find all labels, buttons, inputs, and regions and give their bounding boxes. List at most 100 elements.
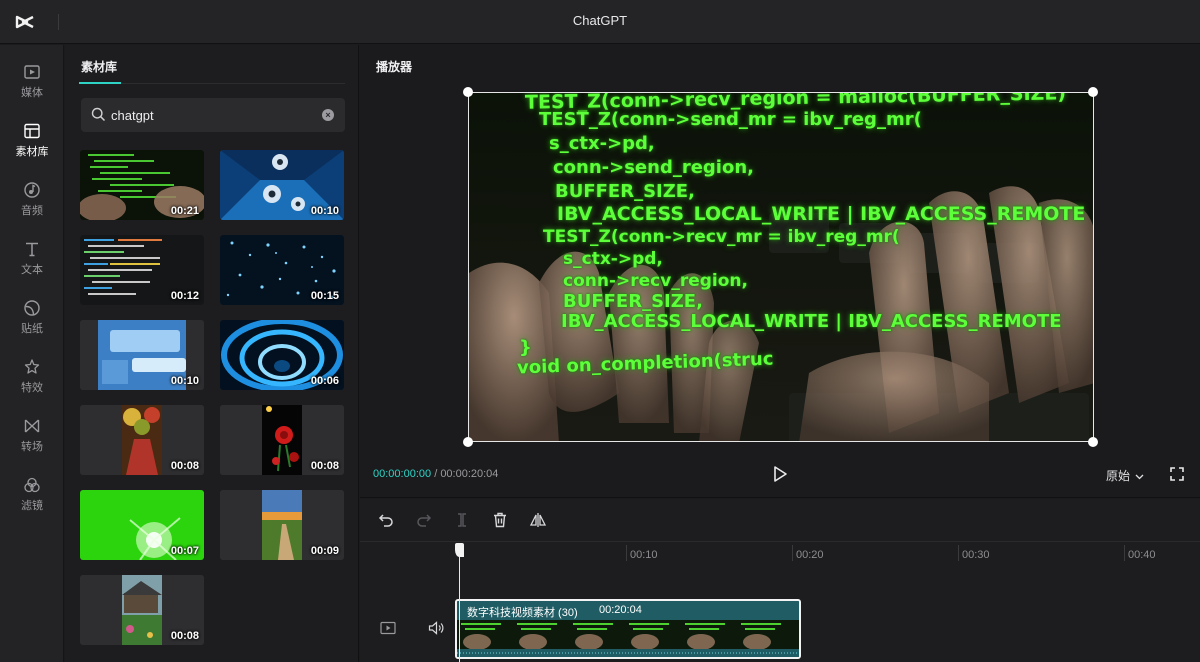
code-line: void on_completion(struc <box>516 348 774 379</box>
ratio-label: 原始 <box>1106 469 1131 483</box>
library-thumbnail[interactable]: 00:09 <box>220 490 344 560</box>
delete-icon[interactable] <box>492 512 508 528</box>
ruler-tick <box>792 545 793 561</box>
thumbnail-duration: 00:08 <box>170 460 199 472</box>
ratio-dropdown[interactable]: 原始 <box>1106 467 1144 484</box>
redo-icon[interactable] <box>416 512 432 528</box>
clear-icon[interactable]: × <box>322 109 334 121</box>
effects-icon <box>24 359 40 374</box>
title-bar: ChatGPT <box>0 0 1200 44</box>
thumbnail-duration: 00:06 <box>310 375 339 387</box>
current-time: 00:00:00:00 <box>373 468 432 480</box>
library-thumbnail[interactable]: 00:08 <box>80 575 204 645</box>
ruler-label: 00:20 <box>796 549 824 561</box>
resize-handle-bottom-left[interactable] <box>463 437 473 447</box>
timeline-ruler[interactable]: 00:10 00:20 00:30 00:40 <box>360 543 1200 565</box>
rail-item-library[interactable]: 素材库 <box>0 122 64 172</box>
rail-item-text[interactable]: 文本 <box>0 240 64 290</box>
speaker-icon[interactable] <box>428 621 444 635</box>
text-icon <box>26 242 38 257</box>
clip-name: 数字科技视频素材 (30) <box>467 607 578 619</box>
chevron-down-icon <box>1135 474 1144 480</box>
thumbnail-duration: 00:10 <box>310 205 339 217</box>
library-thumbnail[interactable]: 00:12 <box>80 235 204 305</box>
ruler-tick <box>1124 545 1125 561</box>
library-thumbnail[interactable]: 00:06 <box>220 320 344 390</box>
tab-active-indicator <box>79 82 121 84</box>
clip-filmstrip <box>457 620 799 657</box>
timecode: 00:00:00:00 / 00:00:20:04 <box>373 468 498 480</box>
clip-duration: 00:20:04 <box>599 604 642 616</box>
rail-label: 滤镜 <box>21 500 43 512</box>
code-overlay: TEST_Z(conn->recv_region = malloc(BUFFER… <box>469 93 1093 441</box>
code-line: IBV_ACCESS_LOCAL_WRITE | IBV_ACCESS_REMO… <box>557 203 1086 225</box>
search-box[interactable]: × <box>81 98 345 132</box>
playhead-handle[interactable] <box>455 543 464 557</box>
left-nav-rail: 媒体 素材库 音频 文本 贴纸 特效 转场 滤镜 <box>0 45 64 662</box>
playhead[interactable] <box>459 543 460 662</box>
library-thumbnail[interactable]: 00:15 <box>220 235 344 305</box>
library-thumbnail[interactable]: 00:10 <box>220 150 344 220</box>
tab-library[interactable]: 素材库 <box>81 58 117 75</box>
code-line: IBV_ACCESS_LOCAL_WRITE | IBV_ACCESS_REMO… <box>561 311 1062 332</box>
ruler-tick <box>626 545 627 561</box>
search-input[interactable] <box>111 105 311 125</box>
code-line: conn->send_region, <box>553 157 754 178</box>
thumbnail-duration: 00:09 <box>310 545 339 557</box>
play-icon[interactable] <box>772 465 788 483</box>
rail-item-transition[interactable]: 转场 <box>0 417 64 467</box>
player-title: 播放器 <box>376 60 413 74</box>
library-thumbnail[interactable]: 00:21 <box>80 150 204 220</box>
thumbnail-duration: 00:21 <box>170 205 199 217</box>
rail-label: 媒体 <box>21 87 43 99</box>
rail-label: 文本 <box>21 264 43 276</box>
time-separator: / <box>434 468 438 480</box>
rail-item-effects[interactable]: 特效 <box>0 358 64 408</box>
undo-icon[interactable] <box>378 512 394 528</box>
code-line: TEST_Z(conn->send_mr = ibv_reg_mr( <box>539 109 922 130</box>
timeline-panel: 00:10 00:20 00:30 00:40 数字科技视频素材 (30) 00… <box>360 499 1200 662</box>
media-icon <box>24 65 40 79</box>
code-line: conn->recv_region, <box>563 271 748 291</box>
sticker-icon <box>24 300 40 316</box>
code-line: s_ctx->pd, <box>549 133 655 154</box>
rail-item-media[interactable]: 媒体 <box>0 63 64 113</box>
search-icon <box>91 107 106 122</box>
timeline-clip[interactable]: 数字科技视频素材 (30) 00:20:04 <box>455 599 801 659</box>
clip-header: 数字科技视频素材 (30) 00:20:04 <box>457 601 799 620</box>
thumbnail-duration: 00:10 <box>170 375 199 387</box>
rail-item-audio[interactable]: 音频 <box>0 181 64 231</box>
thumbnail-duration: 00:12 <box>170 290 199 302</box>
library-thumbnail[interactable]: 00:07 <box>80 490 204 560</box>
split-icon[interactable] <box>454 512 470 528</box>
mirror-icon[interactable] <box>530 512 546 528</box>
rail-item-sticker[interactable]: 贴纸 <box>0 299 64 349</box>
fullscreen-icon[interactable] <box>1170 467 1184 481</box>
library-thumbnail[interactable]: 00:08 <box>80 405 204 475</box>
video-preview[interactable]: TEST_Z(conn->recv_region = malloc(BUFFER… <box>468 92 1094 442</box>
app-title: ChatGPT <box>572 13 628 28</box>
resize-handle-top-right[interactable] <box>1088 87 1098 97</box>
rail-label: 特效 <box>21 382 43 394</box>
library-panel: 素材库 × 00:21 00:10 <box>65 45 359 662</box>
rail-label: 素材库 <box>15 146 49 158</box>
library-thumbnail[interactable]: 00:10 <box>80 320 204 390</box>
rail-label: 音频 <box>21 205 43 217</box>
rail-item-filter[interactable]: 滤镜 <box>0 476 64 526</box>
code-line: s_ctx->pd, <box>563 249 663 269</box>
thumbnail-duration: 00:08 <box>310 460 339 472</box>
track-video-icon[interactable] <box>380 621 396 635</box>
code-line: BUFFER_SIZE, <box>555 181 695 202</box>
thumbnail-duration: 00:07 <box>170 545 199 557</box>
ruler-label: 00:10 <box>630 549 658 561</box>
rail-label: 贴纸 <box>21 323 43 335</box>
ruler-label: 00:40 <box>1128 549 1156 561</box>
resize-handle-top-left[interactable] <box>463 87 473 97</box>
player-panel: 播放器 TEST_Z(conn->recv_region = malloc(BU… <box>360 45 1200 498</box>
resize-handle-bottom-right[interactable] <box>1088 437 1098 447</box>
code-line: } <box>519 337 532 358</box>
ruler-label: 00:30 <box>962 549 990 561</box>
total-time: 00:00:20:04 <box>440 468 499 480</box>
transition-icon <box>24 419 40 433</box>
library-thumbnail[interactable]: 00:08 <box>220 405 344 475</box>
